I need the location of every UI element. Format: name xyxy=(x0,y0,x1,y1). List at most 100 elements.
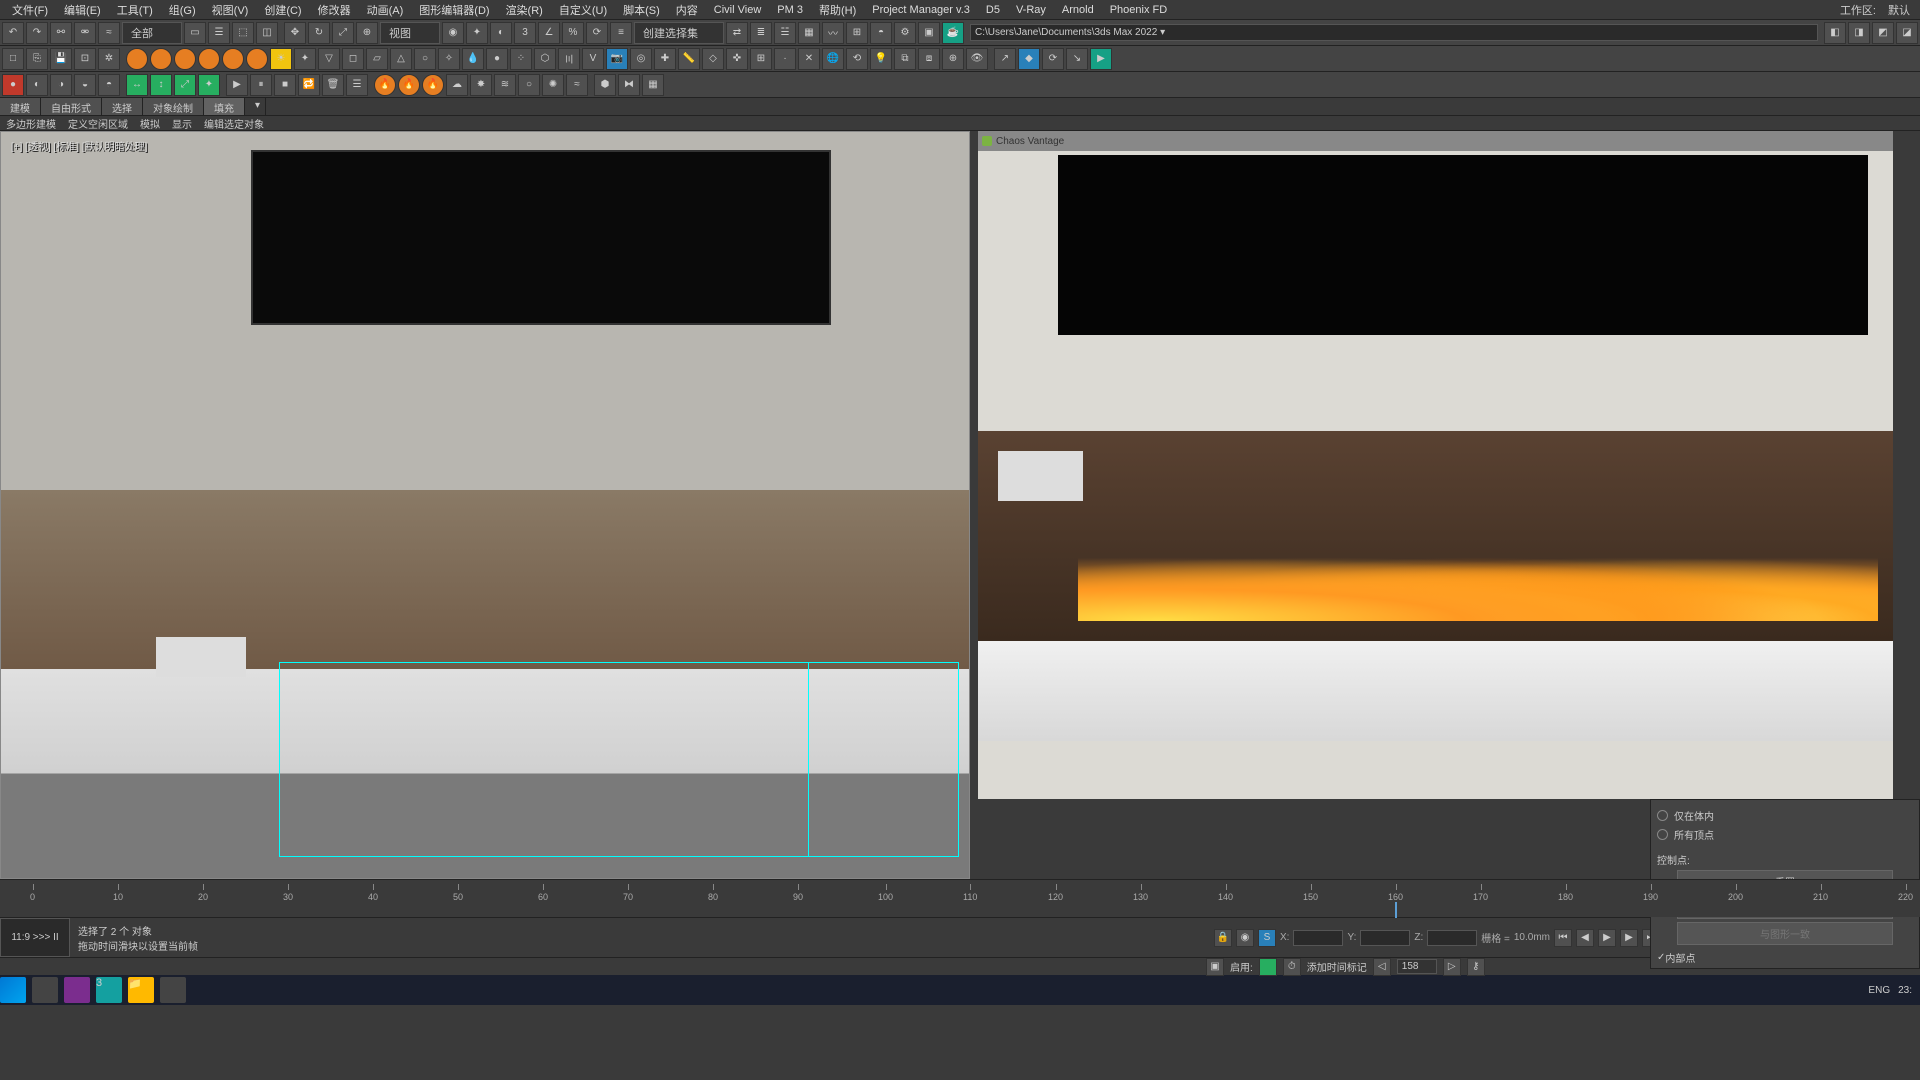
link-icon[interactable]: ⚯ xyxy=(50,22,72,44)
undo-icon[interactable]: ↶ xyxy=(2,22,24,44)
layer-icon[interactable]: ☱ xyxy=(774,22,796,44)
sphere-icon[interactable] xyxy=(126,48,148,70)
tab-populate[interactable]: 填充 xyxy=(204,98,245,115)
task-app-2[interactable] xyxy=(160,977,186,1003)
target-icon[interactable]: ◎ xyxy=(630,48,652,70)
redo-icon[interactable]: ↷ xyxy=(26,22,48,44)
tray-lang[interactable]: ENG xyxy=(1868,985,1890,996)
isolate-icon[interactable]: ◉ xyxy=(1236,929,1254,947)
foam-icon[interactable]: ○ xyxy=(518,74,540,96)
d5-sync-icon[interactable]: ⟳ xyxy=(1042,48,1064,70)
menu-pm3[interactable]: PM 3 xyxy=(769,4,811,16)
instance-icon[interactable]: ⧈ xyxy=(918,48,940,70)
select-name-icon[interactable]: ☰ xyxy=(208,22,230,44)
x-field[interactable] xyxy=(1293,930,1343,946)
anim-icon-2[interactable]: ◑ xyxy=(50,74,72,96)
sim-link-icon[interactable]: ⧓ xyxy=(618,74,640,96)
fire-2-icon[interactable]: 🔥 xyxy=(398,74,420,96)
menu-phoenix[interactable]: Phoenix FD xyxy=(1102,4,1175,16)
snap3-icon[interactable]: 3 xyxy=(514,22,536,44)
grid-helper-icon[interactable]: ⊞ xyxy=(750,48,772,70)
tray-time[interactable]: 23: xyxy=(1898,985,1912,996)
manip-icon[interactable]: ✦ xyxy=(466,22,488,44)
subtab-simulate[interactable]: 模拟 xyxy=(134,116,166,130)
inner-check[interactable]: ✓ 内部点 xyxy=(1657,948,1913,967)
pause-icon[interactable]: ⏸ xyxy=(250,74,272,96)
menu-render[interactable]: 渲染(R) xyxy=(498,2,551,18)
keymode-icon[interactable]: ◐ xyxy=(490,22,512,44)
tab-objectpaint[interactable]: 对象绘制 xyxy=(143,98,204,115)
goto-start-icon[interactable]: ⏮ xyxy=(1554,929,1572,947)
z-field[interactable] xyxy=(1427,930,1477,946)
light-icon[interactable]: ☀ xyxy=(270,48,292,70)
menu-help[interactable]: 帮助(H) xyxy=(811,2,864,18)
match-shape-button[interactable]: 与图形一致 xyxy=(1677,922,1893,945)
plane-icon[interactable]: ▱ xyxy=(366,48,388,70)
stop-icon[interactable]: ■ xyxy=(274,74,296,96)
next-key-icon[interactable]: ▷ xyxy=(1443,958,1461,976)
helper-icon[interactable]: ✚ xyxy=(654,48,676,70)
anim-icon-3[interactable]: ◒ xyxy=(74,74,96,96)
asset-icon[interactable]: ✲ xyxy=(98,48,120,70)
sim-grid-icon[interactable]: ▦ xyxy=(642,74,664,96)
menu-civilview[interactable]: Civil View xyxy=(706,4,769,16)
selection-filter-dropdown[interactable]: 全部 xyxy=(122,22,182,44)
align-icon[interactable]: ≣ xyxy=(750,22,772,44)
menu-tools[interactable]: 工具(T) xyxy=(109,2,161,18)
menu-create[interactable]: 创建(C) xyxy=(256,2,309,18)
menu-d5[interactable]: D5 xyxy=(978,4,1008,16)
subtab-editselected[interactable]: 编辑选定对象 xyxy=(198,116,270,130)
render-prod-icon[interactable]: ☕ xyxy=(942,22,964,44)
menu-view[interactable]: 视图(V) xyxy=(204,2,257,18)
subtab-polymodel[interactable]: 多边形建模 xyxy=(0,116,62,130)
compass-icon[interactable]: ✜ xyxy=(726,48,748,70)
pm-icon-2[interactable]: ◨ xyxy=(1848,22,1870,44)
material-ball-icon[interactable]: ● xyxy=(486,48,508,70)
menu-vray[interactable]: V-Ray xyxy=(1008,4,1054,16)
globe-icon[interactable]: 🌐 xyxy=(822,48,844,70)
start-icon[interactable] xyxy=(0,977,26,1003)
rendered-frame-icon[interactable]: ▣ xyxy=(918,22,940,44)
d5-export-icon[interactable]: ↘ xyxy=(1066,48,1088,70)
spinnersnap-icon[interactable]: ⟳ xyxy=(586,22,608,44)
splash-icon[interactable]: ✺ xyxy=(542,74,564,96)
menu-grapheditor[interactable]: 图形编辑器(D) xyxy=(411,2,497,18)
next-frame-icon[interactable]: ▶ xyxy=(1620,929,1638,947)
viewport-label[interactable]: [+] [透视] [标准] [默认明暗处理] xyxy=(11,138,147,153)
tab-selection[interactable]: 选择 xyxy=(102,98,143,115)
menu-content[interactable]: 内容 xyxy=(668,2,706,18)
teapot-icon[interactable] xyxy=(222,48,244,70)
bind-icon[interactable]: ≈ xyxy=(98,22,120,44)
refresh-icon[interactable]: ⟲ xyxy=(846,48,868,70)
select-window-icon[interactable]: ◫ xyxy=(256,22,278,44)
select-icon[interactable]: ▭ xyxy=(184,22,206,44)
hedra-icon[interactable]: ✧ xyxy=(438,48,460,70)
addmark-label[interactable]: 添加时间标记 xyxy=(1307,959,1367,974)
liquid-icon[interactable]: 💧 xyxy=(462,48,484,70)
bulb-icon[interactable]: 💡 xyxy=(870,48,892,70)
menu-arnold[interactable]: Arnold xyxy=(1054,4,1102,16)
vantage-titlebar[interactable]: Chaos Vantage xyxy=(978,131,1893,151)
menu-customize[interactable]: 自定义(U) xyxy=(551,2,615,18)
schematic-icon[interactable]: ⊞ xyxy=(846,22,868,44)
camera-icon[interactable]: 📷 xyxy=(606,48,628,70)
d5-icon[interactable]: ◆ xyxy=(1018,48,1040,70)
container-icon[interactable]: ⊡ xyxy=(74,48,96,70)
coordsys-dropdown[interactable]: 视图 xyxy=(380,22,440,44)
named-selset-dropdown[interactable]: 创建选择集 xyxy=(634,22,724,44)
percentsnap-icon[interactable]: % xyxy=(562,22,584,44)
pm-icon-3[interactable]: ◩ xyxy=(1872,22,1894,44)
menu-group[interactable]: 组(G) xyxy=(161,2,204,18)
subtab-display[interactable]: 显示 xyxy=(166,116,198,130)
select-rect-icon[interactable]: ⬚ xyxy=(232,22,254,44)
point-icon[interactable]: · xyxy=(774,48,796,70)
keymode-icon[interactable]: ⚷ xyxy=(1467,958,1485,976)
timeconfig-icon[interactable]: ⏱ xyxy=(1283,958,1301,976)
task-premiere-icon[interactable] xyxy=(64,977,90,1003)
play-anim-icon[interactable]: ▶ xyxy=(1598,929,1616,947)
copy-icon[interactable]: ⧉ xyxy=(894,48,916,70)
frame-spinner[interactable]: 158 xyxy=(1397,959,1437,974)
menu-modifiers[interactable]: 修改器 xyxy=(310,2,359,18)
menu-projectmanager[interactable]: Project Manager v.3 xyxy=(864,4,978,16)
geosphere-icon[interactable] xyxy=(150,48,172,70)
